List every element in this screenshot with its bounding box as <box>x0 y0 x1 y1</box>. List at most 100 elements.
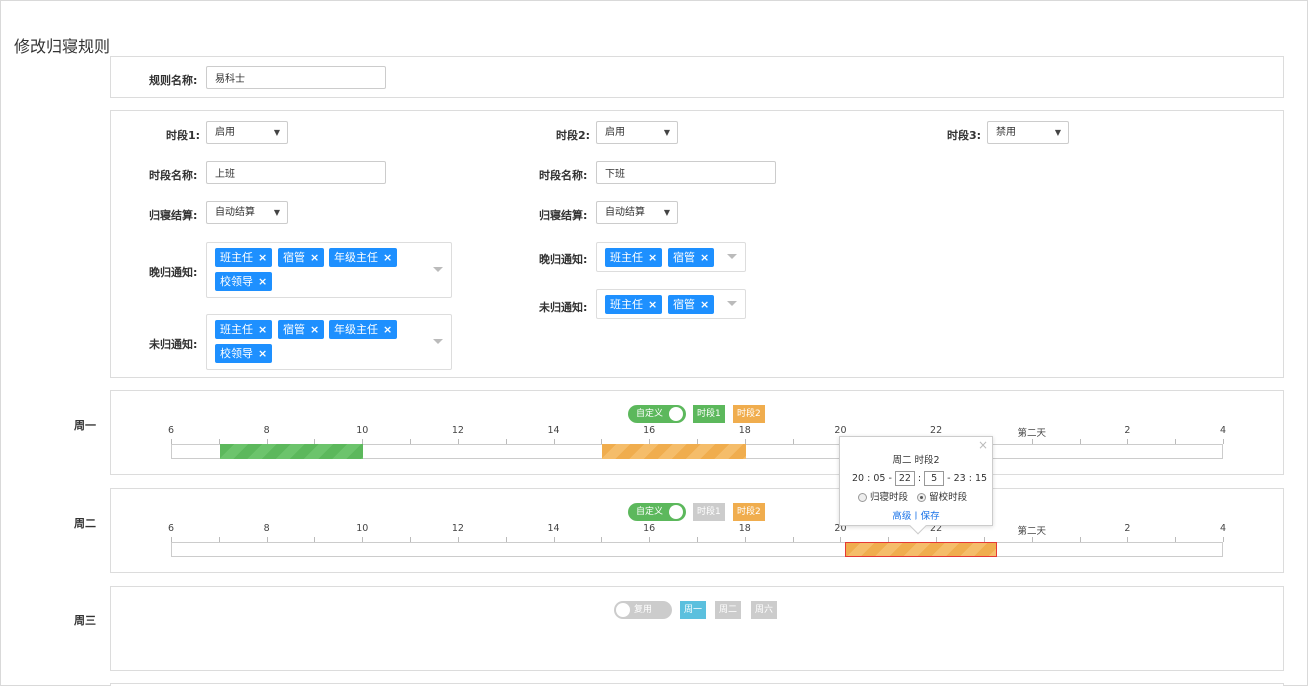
close-icon[interactable]: × <box>310 251 319 264</box>
day-label-wednesday: 周三 <box>74 614 96 627</box>
period2-settle-value: 自动结算 <box>605 207 645 218</box>
period-bar[interactable] <box>219 444 364 459</box>
copy-day-monday[interactable]: 周一 <box>680 601 707 619</box>
period2-status-select[interactable]: 启用 ▼ <box>596 121 678 144</box>
axis-tick-label: 10 <box>356 523 369 534</box>
tag-chip[interactable]: 校领导 × <box>215 272 273 291</box>
period3-label: 时段3: <box>947 129 982 142</box>
tag-chip[interactable]: 校领导 × <box>215 344 273 363</box>
end-time: 23 : 15 <box>953 473 988 484</box>
axis-tick-label: 2 <box>1124 523 1131 534</box>
close-icon[interactable]: × <box>310 323 319 336</box>
tag-label: 宿管 <box>673 298 695 311</box>
tag-chip[interactable]: 年级主任 × <box>329 320 398 339</box>
period2-absent-label: 未归通知: <box>539 301 588 314</box>
tag-label: 班主任 <box>220 251 253 264</box>
close-icon[interactable]: × <box>648 298 657 311</box>
copy-toggle[interactable]: 复用 <box>614 601 672 619</box>
axis-tick-label: 2 <box>1124 425 1131 436</box>
tag-chip[interactable]: 宿管 × <box>668 248 715 267</box>
tag-chip[interactable]: 班主任 × <box>215 320 273 339</box>
period2-absent-tagbox[interactable]: 班主任 × 宿管 × <box>596 289 746 319</box>
tag-chip[interactable]: 宿管 × <box>668 295 715 314</box>
close-icon[interactable]: × <box>383 251 392 264</box>
dropdown-caret-icon[interactable] <box>727 254 737 259</box>
toggle-label: 自定义 <box>636 409 664 419</box>
close-icon[interactable]: × <box>700 298 709 311</box>
period1-chip[interactable]: 时段1 <box>693 405 725 423</box>
axis-tick-label: 8 <box>263 425 270 436</box>
end-minute-input[interactable]: 5 <box>924 471 945 486</box>
radio-dorm-label: 归寝时段 <box>870 492 909 503</box>
tag-chip[interactable]: 宿管 × <box>278 248 325 267</box>
timeline: 6 8 10 12 14 16 18 20 22 第二天 2 4 <box>167 425 1226 465</box>
timeline-track[interactable] <box>171 542 1223 557</box>
tag-label: 校领导 <box>220 347 253 360</box>
rule-name-input[interactable] <box>206 66 386 89</box>
period1-absent-tagbox[interactable]: 班主任 × 宿管 × 年级主任 × 校领导 × <box>206 314 452 370</box>
period1-settle-label: 归寝结算: <box>149 209 198 222</box>
period2-chip[interactable]: 时段2 <box>733 503 765 521</box>
timeline-track[interactable] <box>171 444 1223 459</box>
period2-name-label: 时段名称: <box>539 169 588 182</box>
close-icon[interactable]: × <box>258 275 267 288</box>
toggle-label: 自定义 <box>636 507 664 517</box>
tag-chip[interactable]: 年级主任 × <box>329 248 398 267</box>
period1-absent-label: 未归通知: <box>149 338 198 351</box>
axis-tick-label: 12 <box>451 425 464 436</box>
tag-label: 年级主任 <box>334 323 378 336</box>
tag-chip[interactable]: 班主任 × <box>605 248 663 267</box>
tag-chip[interactable]: 宿管 × <box>278 320 325 339</box>
periods-panel: 时段1: 启用 ▼ 时段名称: 归寝结算: 自动结算 ▼ 晚归通知: 班主任 × 宿管… <box>110 110 1284 378</box>
axis-tick <box>1223 439 1224 444</box>
period-bar[interactable] <box>602 444 746 459</box>
chevron-down-icon: ▼ <box>273 128 280 137</box>
timeline: 6 8 10 12 14 16 18 20 22 第二天 2 4 <box>167 523 1226 563</box>
close-icon[interactable]: × <box>700 251 709 264</box>
close-icon[interactable]: × <box>258 347 267 360</box>
period2-settle-select[interactable]: 自动结算 ▼ <box>596 201 678 224</box>
custom-toggle[interactable]: 自定义 <box>628 503 686 521</box>
close-icon[interactable]: × <box>648 251 657 264</box>
tag-label: 班主任 <box>610 298 643 311</box>
period1-chip[interactable]: 时段1 <box>693 503 725 521</box>
period-bar[interactable] <box>845 542 997 557</box>
period1-settle-select[interactable]: 自动结算 ▼ <box>206 201 288 224</box>
close-icon[interactable]: × <box>383 323 392 336</box>
dropdown-caret-icon[interactable] <box>433 339 443 344</box>
period1-name-input[interactable] <box>206 161 386 184</box>
axis-tick-label: 14 <box>547 523 560 534</box>
axis-tick-label: 8 <box>263 523 270 534</box>
tag-chip[interactable]: 班主任 × <box>215 248 273 267</box>
period1-status-select[interactable]: 启用 ▼ <box>206 121 288 144</box>
chevron-down-icon: ▼ <box>663 128 670 137</box>
axis-tick-label: 6 <box>167 425 175 436</box>
custom-toggle[interactable]: 自定义 <box>628 405 686 423</box>
axis-tick-label: 16 <box>643 425 656 436</box>
tag-label: 宿管 <box>283 323 305 336</box>
copy-day-saturday[interactable]: 周六 <box>751 601 778 619</box>
advanced-link[interactable]: 高级 <box>892 511 911 522</box>
period2-late-tagbox[interactable]: 班主任 × 宿管 × <box>596 242 746 272</box>
period3-status-select[interactable]: 禁用 ▼ <box>987 121 1069 144</box>
tag-label: 宿管 <box>283 251 305 264</box>
axis-tick-label: 18 <box>738 523 751 534</box>
close-icon[interactable]: × <box>258 251 267 264</box>
copy-day-tuesday[interactable]: 周二 <box>715 601 742 619</box>
dropdown-caret-icon[interactable] <box>727 301 737 306</box>
close-icon[interactable]: × <box>258 323 267 336</box>
axis-tick-label: 6 <box>167 523 175 534</box>
period1-late-tagbox[interactable]: 班主任 × 宿管 × 年级主任 × 校领导 × <box>206 242 452 298</box>
close-icon[interactable]: × <box>978 438 988 452</box>
radio-school-period[interactable] <box>917 493 927 502</box>
save-link[interactable]: 保存 <box>921 511 940 522</box>
axis-tick-label: 14 <box>547 425 560 436</box>
popover-radio-row: 归寝时段 留校时段 <box>858 489 967 503</box>
tag-chip[interactable]: 班主任 × <box>605 295 663 314</box>
axis-tick-label: 10 <box>356 425 369 436</box>
radio-dorm-period[interactable] <box>858 493 867 502</box>
dropdown-caret-icon[interactable] <box>433 267 443 272</box>
period2-chip[interactable]: 时段2 <box>733 405 765 423</box>
end-hour-input[interactable]: 22 <box>894 471 915 486</box>
period2-name-input[interactable] <box>596 161 776 184</box>
